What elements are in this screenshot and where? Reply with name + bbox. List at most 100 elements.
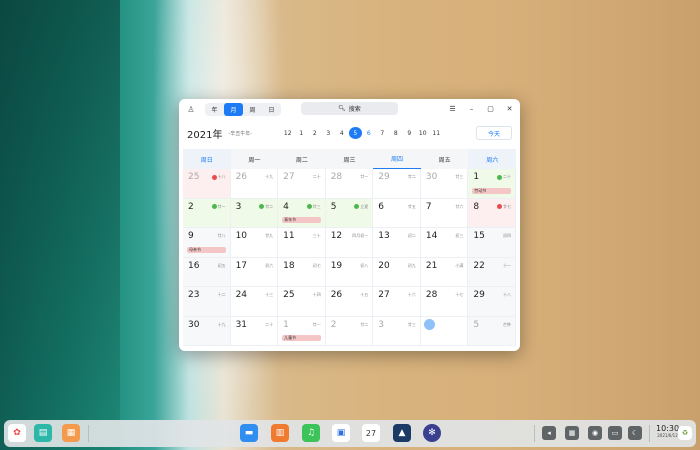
wallpaper-sea [0, 0, 120, 450]
menu-icon[interactable]: ☰ [446, 102, 459, 115]
day-cell[interactable]: 26 十九 [230, 169, 279, 199]
day-cell[interactable]: 21 小满 [420, 257, 469, 287]
month-7[interactable]: 7 [376, 127, 390, 139]
tab-month[interactable]: 月 [224, 102, 243, 116]
day-cell[interactable]: 18 初七 [278, 257, 326, 287]
month-10[interactable]: 10 [416, 127, 430, 139]
lunar-date: 四月初一 [352, 233, 368, 239]
minimize-icon[interactable]: – [465, 102, 478, 115]
day-cell[interactable]: 5 芒种 [468, 316, 516, 346]
month-selector: 12 1 2 3 4 5 6 7 8 9 10 11 [281, 127, 443, 139]
day-number: 15 [473, 231, 485, 241]
festival-event[interactable]: 母亲节 [187, 246, 226, 253]
close-icon[interactable]: ✕ [503, 102, 516, 115]
tab-year[interactable]: 年 [205, 103, 224, 116]
day-cell[interactable]: 28 十七 [420, 287, 469, 317]
day-cell[interactable]: 7 廿六 [420, 198, 469, 228]
screen-record-icon[interactable]: ▭ [608, 426, 622, 440]
month-2[interactable]: 2 [308, 127, 322, 139]
deepin-icon[interactable]: ▲ [393, 424, 411, 442]
day-cell[interactable]: 26 十五 [325, 287, 374, 317]
night-mode-icon[interactable]: ☾ [628, 426, 642, 440]
file-manager-icon[interactable]: ▬ [240, 424, 258, 442]
month-3[interactable]: 3 [322, 127, 336, 139]
day-number: 14 [425, 231, 438, 241]
lunar-date: 初八 [360, 263, 368, 269]
day-cell[interactable]: 10 廿九 [230, 228, 279, 258]
store-icon[interactable]: ▥ [271, 424, 289, 442]
day-cell[interactable]: 27 二十 [278, 169, 326, 199]
tab-week[interactable]: 周 [243, 103, 262, 116]
day-cell[interactable]: 1 二十 劳动节 [468, 169, 516, 199]
day-number: 9 [188, 231, 194, 241]
month-5[interactable]: 5 [348, 127, 362, 139]
day-cell[interactable]: 9 廿八 母亲节 [183, 228, 231, 258]
day-cell[interactable]: 23 十二 [183, 287, 231, 317]
weekday-1: 周一 [230, 149, 279, 169]
day-cell[interactable]: 31 二十 [230, 316, 279, 346]
festival-event[interactable]: 儿童节 [282, 335, 321, 341]
month-11[interactable]: 11 [430, 127, 444, 139]
day-cell[interactable]: 15 初四 [468, 228, 516, 258]
workspace-icon[interactable]: ▦ [62, 424, 80, 442]
month-12[interactable]: 12 [281, 127, 295, 139]
day-cell[interactable]: 3 廿二 [230, 198, 279, 228]
day-cell[interactable]: 16 初五 [183, 257, 231, 287]
day-cell[interactable]: 3 廿三 [373, 316, 421, 346]
day-cell[interactable]: 22 十一 [468, 257, 516, 287]
launcher-icon[interactable]: ✿ [8, 424, 26, 442]
day-cell[interactable]: 27 十六 [373, 287, 421, 317]
day-cell[interactable]: 1 廿一 儿童节 [278, 316, 326, 346]
month-6[interactable]: 6 [362, 127, 376, 139]
festival-event[interactable]: 劳动节 [472, 187, 511, 194]
maximize-icon[interactable]: ▢ [484, 102, 497, 115]
network-icon[interactable]: ◉ [588, 426, 602, 440]
day-cell[interactable]: 2 廿二 [325, 316, 374, 346]
calendar-dock-icon[interactable]: 27 [362, 424, 380, 442]
day-number: 2 [188, 201, 194, 212]
day-cell[interactable]: 8 廿七 [468, 198, 516, 228]
day-cell[interactable]: 25 十四 [278, 287, 326, 317]
day-cell[interactable]: 5 立夏 [325, 198, 374, 228]
keyboard-icon[interactable]: ▦ [565, 426, 579, 440]
day-cell[interactable]: 20 初九 [373, 257, 421, 287]
day-cell[interactable]: 25 十八 [183, 169, 231, 199]
music-icon[interactable]: ♫ [302, 424, 320, 442]
day-cell[interactable]: 28 廿一 [325, 169, 374, 199]
holiday-rest-badge [211, 204, 217, 209]
month-8[interactable]: 8 [389, 127, 403, 139]
lunar-date: 二十 [497, 174, 511, 180]
day-cell[interactable]: 30 十九 [183, 316, 231, 346]
lunar-text: 十一 [503, 262, 511, 268]
day-cell[interactable]: 11 三十 [278, 228, 326, 258]
lunar-date: 十九 [265, 174, 273, 180]
day-cell[interactable]: 6 廿五 [373, 198, 421, 228]
month-4[interactable]: 4 [335, 127, 349, 139]
lunar-date: 初三 [455, 233, 463, 239]
day-cell[interactable]: 12 四月初一 [325, 228, 374, 258]
day-cell[interactable]: 13 初二 [373, 228, 421, 258]
clock[interactable]: 10:30 2021/6/12 [656, 424, 679, 438]
search-box[interactable]: 🔍︎ 搜索 [301, 102, 398, 115]
day-cell[interactable]: 24 十三 [230, 287, 279, 317]
day-cell[interactable]: 14 初三 [420, 228, 469, 258]
volume-icon[interactable]: ◂ [542, 426, 556, 440]
day-cell[interactable] [420, 316, 469, 346]
day-cell[interactable]: 29 廿二 [373, 169, 421, 199]
image-viewer-icon[interactable]: ▣ [332, 424, 350, 442]
lunar-date: 二十 [265, 322, 273, 328]
month-9[interactable]: 9 [403, 127, 417, 139]
multitask-view-icon[interactable]: ▤ [34, 424, 52, 442]
day-cell[interactable]: 2 廿一 [183, 198, 231, 228]
month-1[interactable]: 1 [295, 127, 309, 139]
day-cell[interactable]: 17 初六 [230, 257, 279, 287]
day-cell[interactable]: 30 廿三 [420, 169, 469, 199]
festival-event[interactable]: 青年节 [282, 217, 321, 223]
day-cell[interactable]: 4 廿三 青年节 [278, 198, 326, 228]
day-cell[interactable]: 29 十八 [468, 287, 516, 317]
today-button[interactable]: 今天 [476, 126, 512, 140]
trash-icon[interactable]: ♻ [678, 426, 692, 440]
tab-day[interactable]: 日 [262, 103, 281, 116]
settings-icon[interactable]: ✻ [423, 424, 441, 442]
day-cell[interactable]: 19 初八 [325, 257, 374, 287]
